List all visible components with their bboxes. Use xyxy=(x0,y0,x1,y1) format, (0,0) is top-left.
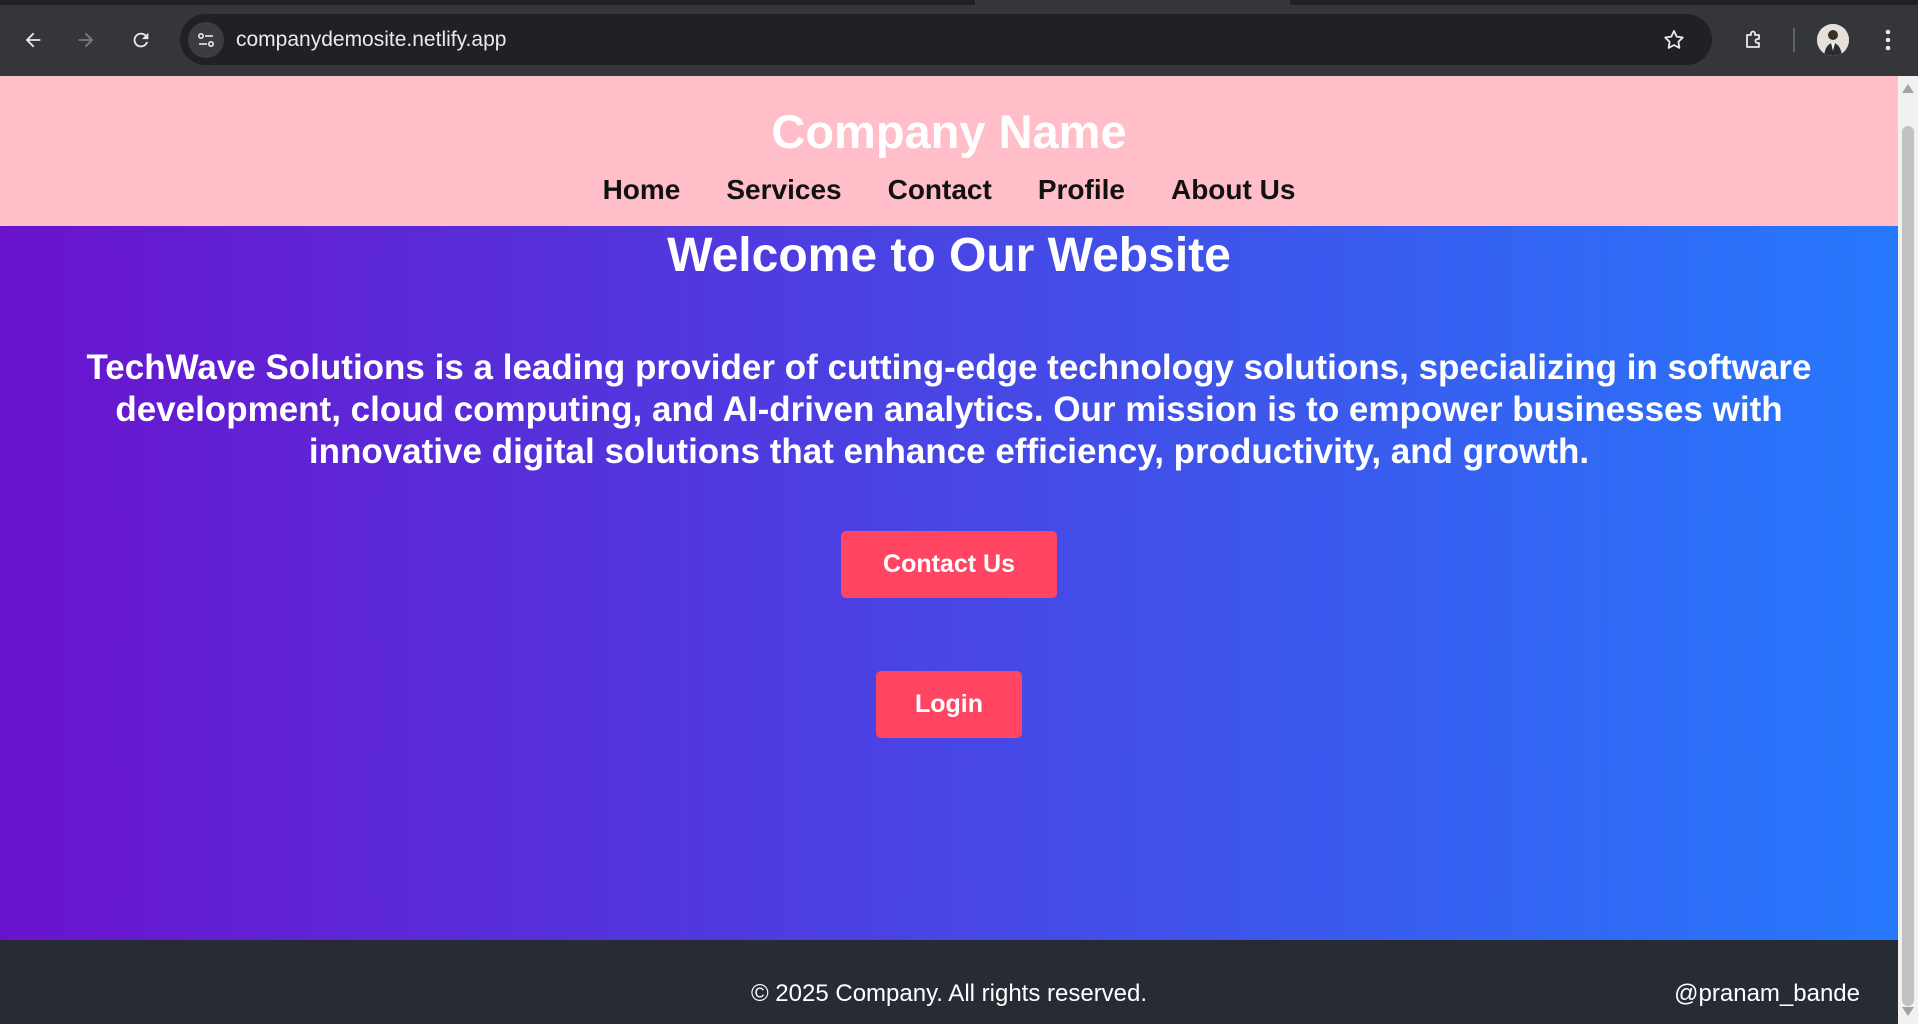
scrollbar-thumb[interactable] xyxy=(1902,126,1914,1006)
scroll-up-arrow-icon[interactable] xyxy=(1902,84,1914,93)
kebab-menu-icon xyxy=(1885,29,1891,51)
footer-handle: @pranam_bande xyxy=(1674,980,1860,1007)
nav-link-contact[interactable]: Contact xyxy=(888,174,992,206)
nav-link-services[interactable]: Services xyxy=(726,174,841,206)
footer-copyright: © 2025 Company. All rights reserved. xyxy=(750,980,1148,1007)
puzzle-icon xyxy=(1746,30,1760,48)
reload-button[interactable] xyxy=(123,22,159,58)
site-settings-icon xyxy=(197,32,215,48)
browser-menu-button[interactable] xyxy=(1870,22,1906,58)
nav-link-profile[interactable]: Profile xyxy=(1038,174,1125,206)
profile-photo xyxy=(1817,24,1849,56)
back-arrow-icon xyxy=(25,32,41,48)
reload-icon xyxy=(133,32,149,48)
scroll-down-arrow-icon[interactable] xyxy=(1902,1007,1914,1016)
page-viewport: Company Name Home Services Contact Profi… xyxy=(0,76,1898,1024)
toolbar-divider xyxy=(1793,28,1795,52)
back-button[interactable] xyxy=(15,22,51,58)
contact-us-button[interactable]: Contact Us xyxy=(841,531,1057,598)
site-footer: © 2025 Company. All rights reserved. @pr… xyxy=(0,940,1898,1024)
site-info-button[interactable] xyxy=(188,22,224,58)
site-header: Company Name Home Services Contact Profi… xyxy=(0,76,1898,226)
site-title: Company Name xyxy=(771,105,1127,158)
browser-toolbar: companydemosite.netlify.app xyxy=(0,0,1918,76)
forward-arrow-icon xyxy=(78,32,94,48)
site-nav: Home Services Contact Profile About Us xyxy=(0,174,1898,206)
url-text[interactable]: companydemosite.netlify.app xyxy=(236,14,506,65)
tab-strip xyxy=(0,0,975,5)
address-bar[interactable]: companydemosite.netlify.app xyxy=(180,14,1712,65)
avatar[interactable] xyxy=(1817,24,1849,56)
hero-heading: Welcome to Our Website xyxy=(667,229,1231,282)
star-icon xyxy=(1664,30,1684,49)
hero-description: TechWave Solutions is a leading provider… xyxy=(86,348,1812,471)
page-scrollbar[interactable] xyxy=(1898,76,1918,1024)
nav-link-home[interactable]: Home xyxy=(603,174,681,206)
extensions-button[interactable] xyxy=(1736,22,1772,58)
tab-strip xyxy=(1290,0,1918,5)
login-button[interactable]: Login xyxy=(876,671,1022,738)
forward-button[interactable] xyxy=(68,22,104,58)
bookmark-button[interactable] xyxy=(1656,22,1692,58)
nav-link-about-us[interactable]: About Us xyxy=(1171,174,1295,206)
hero-section: Welcome to Our Website TechWave Solution… xyxy=(0,226,1898,940)
